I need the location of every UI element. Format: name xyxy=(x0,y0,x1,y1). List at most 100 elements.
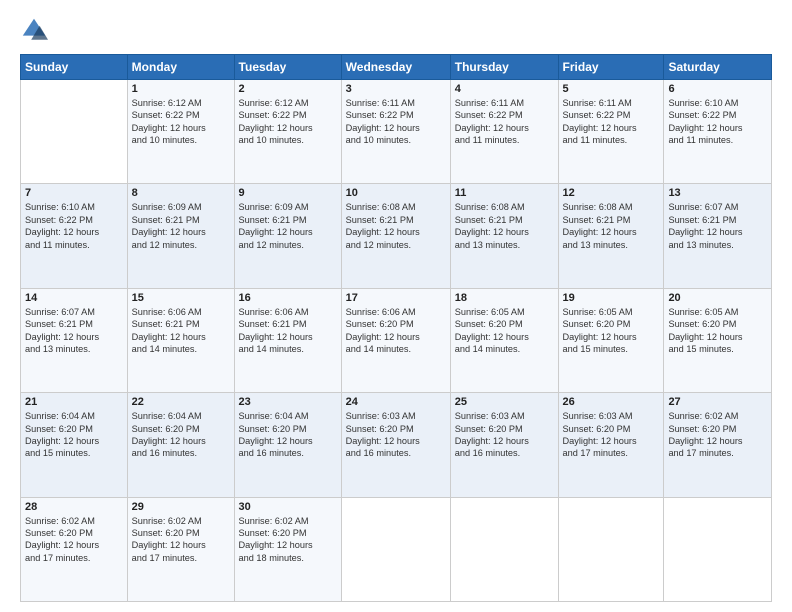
day-cell: 12 Sunrise: 6:08 AM Sunset: 6:21 PM Dayli… xyxy=(558,184,664,288)
day-cell: 18Sunrise: 6:05 AM Sunset: 6:20 PM Dayli… xyxy=(450,288,558,392)
day-cell: 27Sunrise: 6:02 AM Sunset: 6:20 PM Dayli… xyxy=(664,393,772,497)
day-info: Sunrise: 6:07 AM Sunset: 6:21 PM Dayligh… xyxy=(25,306,123,356)
day-cell: 7 Sunrise: 6:10 AM Sunset: 6:22 PM Daylig… xyxy=(21,184,128,288)
day-info: Sunrise: 6:05 AM Sunset: 6:20 PM Dayligh… xyxy=(668,306,767,356)
day-cell: 24 Sunrise: 6:03 AM Sunset: 6:20 PM Dayli… xyxy=(341,393,450,497)
day-info: Sunrise: 6:11 AM Sunset: 6:22 PM Dayligh… xyxy=(563,97,660,147)
day-info: Sunrise: 6:09 AM Sunset: 6:21 PM Dayligh… xyxy=(239,201,337,251)
day-number: 29 xyxy=(132,501,230,513)
day-cell: 28 Sunrise: 6:02 AM Sunset: 6:20 PM Dayli… xyxy=(21,497,128,601)
day-cell: 6 Sunrise: 6:10 AM Sunset: 6:22 PM Daylig… xyxy=(664,80,772,184)
day-cell: 15 Sunrise: 6:06 AM Sunset: 6:21 PM Dayli… xyxy=(127,288,234,392)
day-number: 22 xyxy=(132,396,230,408)
day-info: Sunrise: 6:08 AM Sunset: 6:21 PM Dayligh… xyxy=(563,201,660,251)
day-cell: 11 Sunrise: 6:08 AM Sunset: 6:21 PM Dayli… xyxy=(450,184,558,288)
day-number: 11 xyxy=(455,187,554,199)
day-info: Sunrise: 6:11 AM Sunset: 6:22 PM Dayligh… xyxy=(346,97,446,147)
day-number: 28 xyxy=(25,501,123,513)
weekday-header-wednesday: Wednesday xyxy=(341,55,450,80)
day-info: Sunrise: 6:02 AM Sunset: 6:20 PM Dayligh… xyxy=(132,515,230,565)
day-info: Sunrise: 6:04 AM Sunset: 6:20 PM Dayligh… xyxy=(132,410,230,460)
day-info: Sunrise: 6:02 AM Sunset: 6:20 PM Dayligh… xyxy=(668,410,767,460)
day-cell: 20 Sunrise: 6:05 AM Sunset: 6:20 PM Dayli… xyxy=(664,288,772,392)
day-info: Sunrise: 6:02 AM Sunset: 6:20 PM Dayligh… xyxy=(239,515,337,565)
weekday-header-thursday: Thursday xyxy=(450,55,558,80)
day-info: Sunrise: 6:07 AM Sunset: 6:21 PM Dayligh… xyxy=(668,201,767,251)
day-info: Sunrise: 6:05 AM Sunset: 6:20 PM Dayligh… xyxy=(455,306,554,356)
day-cell: 13Sunrise: 6:07 AM Sunset: 6:21 PM Dayli… xyxy=(664,184,772,288)
weekday-row: SundayMondayTuesdayWednesdayThursdayFrid… xyxy=(21,55,772,80)
day-number: 25 xyxy=(455,396,554,408)
day-cell xyxy=(450,497,558,601)
day-number: 6 xyxy=(668,83,767,95)
calendar-table: SundayMondayTuesdayWednesdayThursdayFrid… xyxy=(20,54,772,602)
day-cell: 9 Sunrise: 6:09 AM Sunset: 6:21 PM Daylig… xyxy=(234,184,341,288)
day-info: Sunrise: 6:04 AM Sunset: 6:20 PM Dayligh… xyxy=(25,410,123,460)
day-cell: 29 Sunrise: 6:02 AM Sunset: 6:20 PM Dayli… xyxy=(127,497,234,601)
day-info: Sunrise: 6:06 AM Sunset: 6:21 PM Dayligh… xyxy=(239,306,337,356)
day-cell: 5 Sunrise: 6:11 AM Sunset: 6:22 PM Daylig… xyxy=(558,80,664,184)
day-info: Sunrise: 6:08 AM Sunset: 6:21 PM Dayligh… xyxy=(455,201,554,251)
week-row-3: 21 Sunrise: 6:04 AM Sunset: 6:20 PM Dayli… xyxy=(21,393,772,497)
page: SundayMondayTuesdayWednesdayThursdayFrid… xyxy=(0,0,792,612)
day-cell: 22 Sunrise: 6:04 AM Sunset: 6:20 PM Dayli… xyxy=(127,393,234,497)
day-info: Sunrise: 6:12 AM Sunset: 6:22 PM Dayligh… xyxy=(239,97,337,147)
day-number: 2 xyxy=(239,83,337,95)
logo xyxy=(20,16,52,44)
day-info: Sunrise: 6:12 AM Sunset: 6:22 PM Dayligh… xyxy=(132,97,230,147)
day-cell: 21 Sunrise: 6:04 AM Sunset: 6:20 PM Dayli… xyxy=(21,393,128,497)
logo-icon xyxy=(20,16,48,44)
day-info: Sunrise: 6:03 AM Sunset: 6:20 PM Dayligh… xyxy=(455,410,554,460)
day-info: Sunrise: 6:05 AM Sunset: 6:20 PM Dayligh… xyxy=(563,306,660,356)
day-number: 5 xyxy=(563,83,660,95)
day-info: Sunrise: 6:04 AM Sunset: 6:20 PM Dayligh… xyxy=(239,410,337,460)
day-cell: 30 Sunrise: 6:02 AM Sunset: 6:20 PM Dayli… xyxy=(234,497,341,601)
day-number: 1 xyxy=(132,83,230,95)
day-cell: 3 Sunrise: 6:11 AM Sunset: 6:22 PM Daylig… xyxy=(341,80,450,184)
day-number: 16 xyxy=(239,292,337,304)
day-number: 7 xyxy=(25,187,123,199)
day-number: 15 xyxy=(132,292,230,304)
day-number: 12 xyxy=(563,187,660,199)
day-number: 19 xyxy=(563,292,660,304)
day-number: 24 xyxy=(346,396,446,408)
day-cell: 4 Sunrise: 6:11 AM Sunset: 6:22 PM Daylig… xyxy=(450,80,558,184)
weekday-header-sunday: Sunday xyxy=(21,55,128,80)
day-info: Sunrise: 6:03 AM Sunset: 6:20 PM Dayligh… xyxy=(563,410,660,460)
day-number: 8 xyxy=(132,187,230,199)
day-info: Sunrise: 6:02 AM Sunset: 6:20 PM Dayligh… xyxy=(25,515,123,565)
day-number: 23 xyxy=(239,396,337,408)
day-cell: 16 Sunrise: 6:06 AM Sunset: 6:21 PM Dayli… xyxy=(234,288,341,392)
day-cell: 23 Sunrise: 6:04 AM Sunset: 6:20 PM Dayli… xyxy=(234,393,341,497)
day-number: 10 xyxy=(346,187,446,199)
day-info: Sunrise: 6:10 AM Sunset: 6:22 PM Dayligh… xyxy=(668,97,767,147)
week-row-4: 28 Sunrise: 6:02 AM Sunset: 6:20 PM Dayli… xyxy=(21,497,772,601)
day-info: Sunrise: 6:06 AM Sunset: 6:21 PM Dayligh… xyxy=(132,306,230,356)
day-number: 4 xyxy=(455,83,554,95)
day-cell: 8 Sunrise: 6:09 AM Sunset: 6:21 PM Daylig… xyxy=(127,184,234,288)
day-number: 26 xyxy=(563,396,660,408)
day-number: 30 xyxy=(239,501,337,513)
day-cell: 19 Sunrise: 6:05 AM Sunset: 6:20 PM Dayli… xyxy=(558,288,664,392)
weekday-header-monday: Monday xyxy=(127,55,234,80)
day-info: Sunrise: 6:11 AM Sunset: 6:22 PM Dayligh… xyxy=(455,97,554,147)
day-info: Sunrise: 6:10 AM Sunset: 6:22 PM Dayligh… xyxy=(25,201,123,251)
day-number: 3 xyxy=(346,83,446,95)
day-number: 17 xyxy=(346,292,446,304)
day-info: Sunrise: 6:03 AM Sunset: 6:20 PM Dayligh… xyxy=(346,410,446,460)
week-row-2: 14Sunrise: 6:07 AM Sunset: 6:21 PM Dayli… xyxy=(21,288,772,392)
day-info: Sunrise: 6:06 AM Sunset: 6:20 PM Dayligh… xyxy=(346,306,446,356)
week-row-0: 1 Sunrise: 6:12 AM Sunset: 6:22 PM Daylig… xyxy=(21,80,772,184)
weekday-header-saturday: Saturday xyxy=(664,55,772,80)
calendar-body: 1 Sunrise: 6:12 AM Sunset: 6:22 PM Daylig… xyxy=(21,80,772,602)
day-number: 20 xyxy=(668,292,767,304)
day-number: 21 xyxy=(25,396,123,408)
calendar-header: SundayMondayTuesdayWednesdayThursdayFrid… xyxy=(21,55,772,80)
day-number: 9 xyxy=(239,187,337,199)
day-info: Sunrise: 6:09 AM Sunset: 6:21 PM Dayligh… xyxy=(132,201,230,251)
day-cell xyxy=(558,497,664,601)
weekday-header-friday: Friday xyxy=(558,55,664,80)
day-cell xyxy=(341,497,450,601)
day-cell: 2 Sunrise: 6:12 AM Sunset: 6:22 PM Daylig… xyxy=(234,80,341,184)
header xyxy=(20,16,772,44)
